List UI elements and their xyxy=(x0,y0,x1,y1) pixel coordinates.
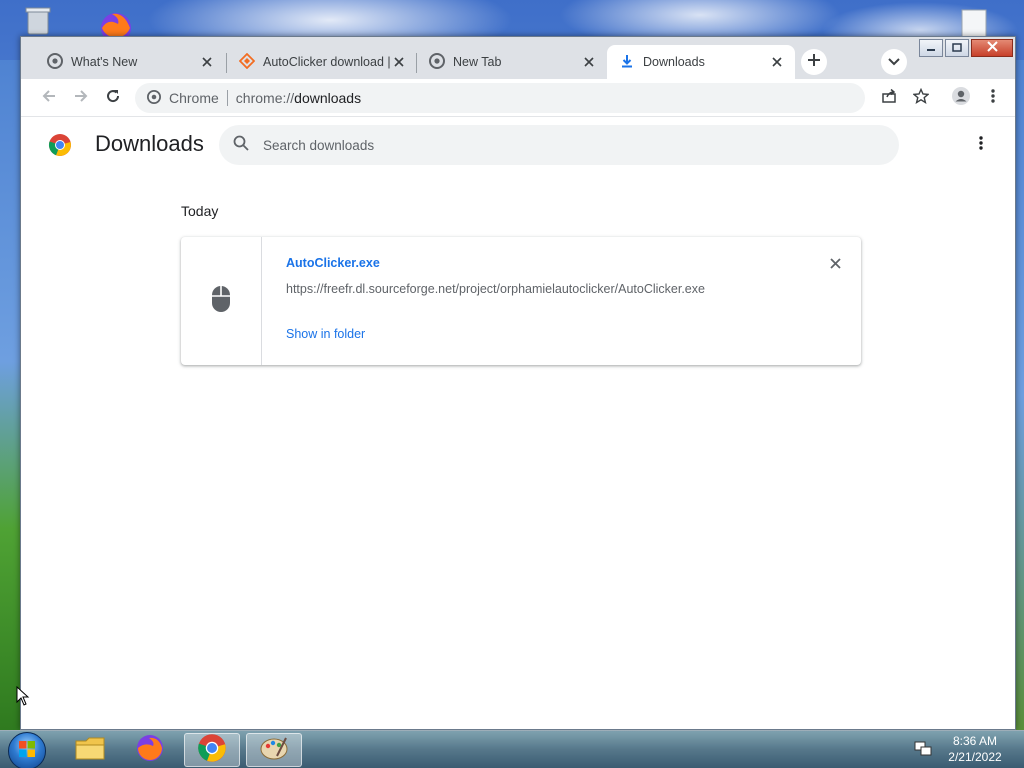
tab-strip: What's New AutoClicker download | New Ta… xyxy=(21,37,1015,79)
tab-title: New Tab xyxy=(453,55,502,69)
close-icon[interactable] xyxy=(581,54,597,70)
star-icon xyxy=(912,87,930,109)
new-tab-button[interactable] xyxy=(801,49,827,75)
restore-icon xyxy=(952,39,962,57)
taskbar-paint-button[interactable] xyxy=(246,733,302,767)
chrome-icon xyxy=(47,52,63,72)
date-heading: Today xyxy=(181,203,219,219)
avatar-icon xyxy=(951,86,971,111)
download-source-url[interactable]: https://freefr.dl.sourceforge.net/projec… xyxy=(286,282,705,296)
taskbar-firefox-button[interactable] xyxy=(122,733,178,767)
tab-search-button[interactable] xyxy=(881,49,907,75)
file-icon-column xyxy=(181,237,262,365)
omnibox-divider xyxy=(226,90,228,106)
url-host: downloads xyxy=(294,90,362,106)
reload-icon xyxy=(105,88,121,109)
omnibox-chip-label: Chrome xyxy=(169,90,219,106)
downloads-header: Downloads xyxy=(21,117,1015,173)
tab-title: Downloads xyxy=(643,55,705,69)
download-icon xyxy=(619,53,635,72)
chrome-icon xyxy=(429,52,445,72)
taskbar-chrome-button[interactable] xyxy=(184,733,240,767)
downloads-menu-button[interactable] xyxy=(971,133,991,157)
mouse-icon xyxy=(211,285,231,318)
share-icon xyxy=(881,88,897,109)
window-close-button[interactable] xyxy=(971,39,1013,57)
download-file-name-link[interactable]: AutoClicker.exe xyxy=(286,256,380,270)
page-title: Downloads xyxy=(95,131,204,156)
folder-icon xyxy=(74,735,106,766)
back-button[interactable] xyxy=(37,86,61,110)
arrow-right-icon xyxy=(73,88,89,109)
close-icon xyxy=(986,39,998,57)
clock-time: 8:36 AM xyxy=(952,734,998,748)
clock-date: 2/21/2022 xyxy=(948,750,1002,764)
search-input[interactable] xyxy=(263,137,863,153)
tab-autoclicker-download[interactable]: AutoClicker download | xyxy=(227,45,417,79)
taskbar-explorer-button[interactable] xyxy=(62,733,118,767)
address-bar[interactable]: Chrome chrome:// downloads xyxy=(135,83,865,113)
browser-menu-button[interactable] xyxy=(981,86,1005,110)
mouse-cursor-icon xyxy=(16,685,30,711)
maximize-button[interactable] xyxy=(945,39,969,57)
start-button[interactable] xyxy=(8,732,46,768)
paint-palette-icon xyxy=(259,734,289,767)
tab-title: AutoClicker download | xyxy=(263,55,391,69)
chrome-icon xyxy=(147,89,161,107)
taskbar: 8:36 AM 2/21/2022 xyxy=(0,730,1024,768)
tab-whats-new[interactable]: What's New xyxy=(35,45,225,79)
url-scheme: chrome:// xyxy=(235,90,295,106)
network-icon[interactable] xyxy=(914,741,932,762)
reload-button[interactable] xyxy=(101,86,125,110)
tab-new-tab[interactable]: New Tab xyxy=(417,45,607,79)
more-vert-icon xyxy=(991,88,995,109)
arrow-left-icon xyxy=(41,88,57,109)
share-button[interactable] xyxy=(877,86,901,110)
chevron-down-icon xyxy=(888,53,900,71)
tab-title: What's New xyxy=(71,55,138,69)
close-icon[interactable] xyxy=(391,54,407,70)
download-item: AutoClicker.exe https://freefr.dl.source… xyxy=(181,237,861,365)
forward-button[interactable] xyxy=(69,86,93,110)
search-bar[interactable] xyxy=(219,125,899,165)
search-icon xyxy=(233,135,249,156)
remove-download-button[interactable] xyxy=(827,255,843,271)
firefox-icon xyxy=(135,733,165,768)
desktop-edge-right xyxy=(1016,60,1024,730)
desktop-edge-left xyxy=(0,60,22,730)
minimize-button[interactable] xyxy=(919,39,943,57)
sourceforge-icon xyxy=(238,52,256,72)
close-icon[interactable] xyxy=(199,54,215,70)
bookmark-button[interactable] xyxy=(909,86,933,110)
system-clock[interactable]: 8:36 AM 2/21/2022 xyxy=(940,733,1010,765)
tab-downloads[interactable]: Downloads xyxy=(607,45,795,79)
chrome-window: What's New AutoClicker download | New Ta… xyxy=(20,36,1016,730)
plus-icon xyxy=(807,53,821,72)
more-vert-icon xyxy=(979,135,983,156)
downloads-page: Downloads Today AutoClicker.exe ht xyxy=(21,117,1015,729)
browser-toolbar: Chrome chrome:// downloads xyxy=(21,79,1015,117)
show-in-folder-link[interactable]: Show in folder xyxy=(286,327,365,341)
profile-button[interactable] xyxy=(949,86,973,110)
chrome-logo-icon xyxy=(48,133,72,157)
close-icon[interactable] xyxy=(769,54,785,70)
windows-logo-icon xyxy=(18,740,36,763)
minimize-icon xyxy=(926,39,936,57)
chrome-icon xyxy=(197,733,227,768)
